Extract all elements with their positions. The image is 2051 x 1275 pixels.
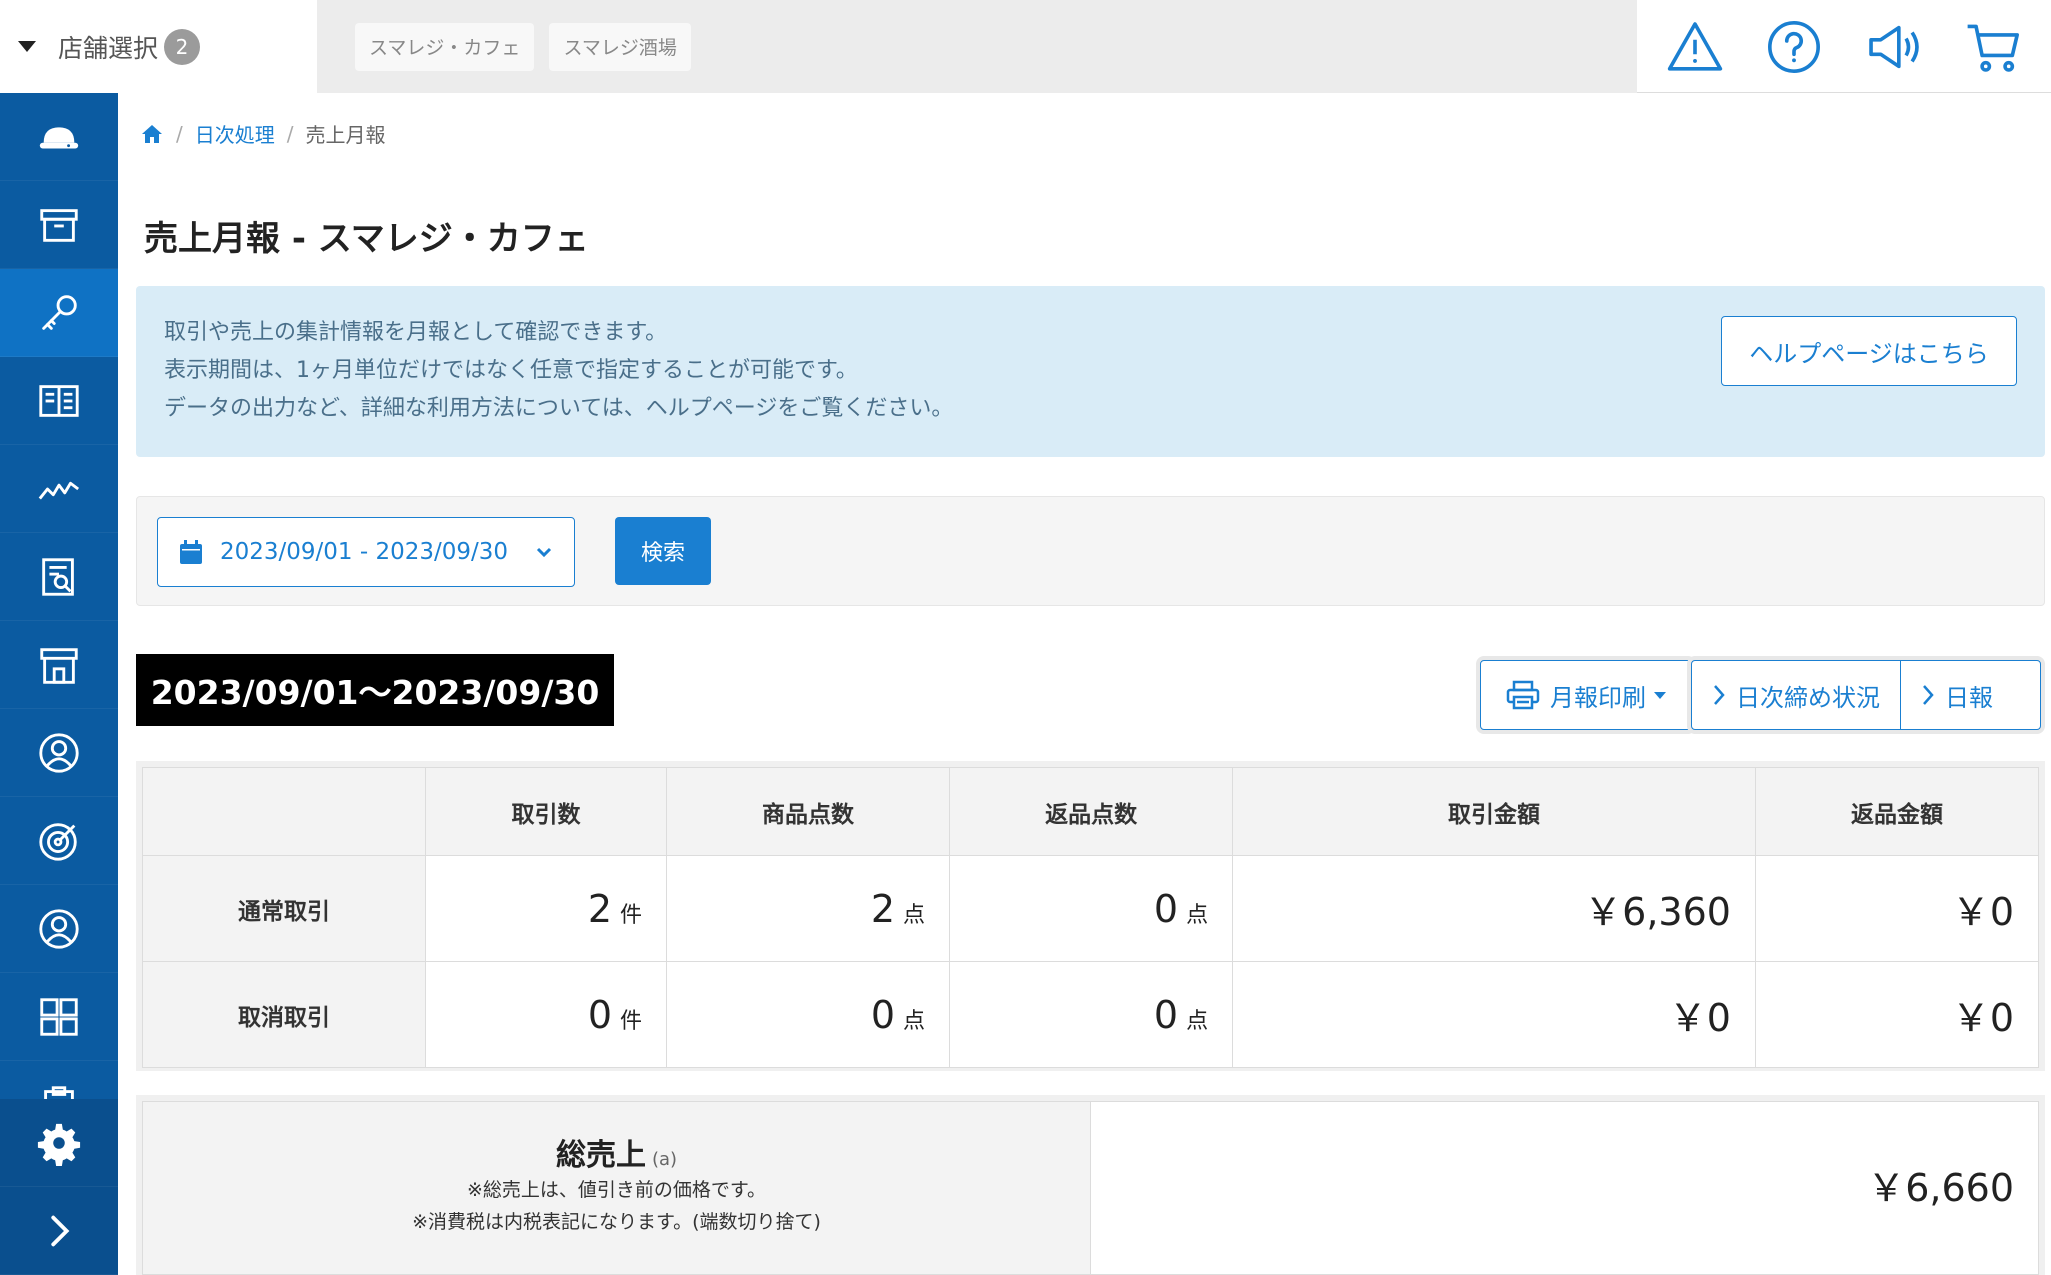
help-icon[interactable] bbox=[1765, 18, 1823, 76]
sidebar-expand[interactable] bbox=[0, 1187, 118, 1275]
sidebar-item-target[interactable] bbox=[0, 797, 118, 885]
gross-sales-note-2: ※消費税は内税表記になります。(端数切り捨て) bbox=[412, 1211, 821, 1233]
sidebar-item-analytics[interactable] bbox=[0, 445, 118, 533]
sidebar-item-member[interactable] bbox=[0, 885, 118, 973]
top-bar: 店舗選択 2 スマレジ・カフェ スマレジ酒場 bbox=[0, 0, 2051, 93]
grid-icon bbox=[40, 997, 78, 1036]
store-select[interactable]: 店舗選択 2 bbox=[0, 0, 317, 93]
summary-table-wrap: 取引数 商品点数 返品点数 取引金額 返品金額 通常取引 2件 2点 0点 ￥6… bbox=[136, 761, 2045, 1071]
gross-sales-tag: (a) bbox=[651, 1149, 678, 1170]
customer-icon bbox=[39, 732, 79, 773]
sidebar-bottom bbox=[0, 1099, 118, 1275]
calendar-icon bbox=[180, 540, 202, 564]
store-tabs: スマレジ・カフェ スマレジ酒場 bbox=[317, 0, 1637, 93]
col-header: 取引数 bbox=[424, 767, 668, 856]
table-cell: 0件 bbox=[424, 961, 668, 1068]
info-line-3: データの出力など、詳細な利用方法については、ヘルプページをご覧ください。 bbox=[164, 396, 954, 421]
breadcrumb-current: 売上月報 bbox=[305, 123, 386, 147]
cloud-register-icon bbox=[39, 126, 79, 148]
sidebar-item-key[interactable] bbox=[0, 269, 118, 357]
table-row: 通常取引 2件 2点 0点 ￥6,360 ￥0 bbox=[142, 855, 2040, 962]
col-header: 取引金額 bbox=[1232, 767, 1756, 856]
sidebar-item-archive[interactable] bbox=[0, 181, 118, 269]
sidebar bbox=[0, 93, 118, 1275]
period-label: 2023/09/01〜2023/09/30 bbox=[136, 654, 614, 726]
chevron-right-icon bbox=[1923, 685, 1934, 705]
archive-icon bbox=[40, 208, 78, 242]
store-select-label: 店舗選択 bbox=[58, 33, 159, 63]
chevron-down-icon bbox=[536, 547, 552, 558]
store-tab-cafe[interactable]: スマレジ・カフェ bbox=[355, 22, 535, 71]
chevron-right-icon bbox=[1714, 685, 1725, 705]
table-cell: ￥6,360 bbox=[1232, 855, 1756, 962]
table-cell: 0点 bbox=[666, 961, 951, 1068]
chart-icon bbox=[38, 481, 80, 499]
row-label: 取消取引 bbox=[142, 961, 426, 1068]
table-cell: 2件 bbox=[424, 855, 668, 962]
store-icon bbox=[40, 647, 78, 684]
table-cell: 2点 bbox=[666, 855, 951, 962]
book-icon bbox=[39, 384, 79, 417]
gross-sales-table-wrap: 総売上 (a) ※総売上は、値引き前の価格です。 ※消費税は内税表記になります。(… bbox=[136, 1095, 2045, 1275]
page-title: 売上月報 - スマレジ・カフェ bbox=[144, 219, 589, 259]
table-cell: ￥0 bbox=[1754, 855, 2040, 962]
table-cell: ￥0 bbox=[1754, 961, 2040, 1068]
date-range-value: 2023/09/01 - 2023/09/30 bbox=[220, 539, 509, 565]
date-range-picker[interactable]: 2023/09/01 - 2023/09/30 bbox=[157, 517, 575, 587]
dropdown-caret-icon bbox=[1654, 691, 1666, 699]
main-content: / 日次処理 / 売上月報 売上月報 - スマレジ・カフェ 取引や売上の集計情報… bbox=[118, 93, 2051, 1275]
filter-box: 2023/09/01 - 2023/09/30 検索 bbox=[136, 496, 2045, 606]
gross-sales-row: 総売上 (a) ※総売上は、値引き前の価格です。 ※消費税は内税表記になります。(… bbox=[142, 1101, 2039, 1275]
sidebar-item-book[interactable] bbox=[0, 357, 118, 445]
gross-sales-value: ￥6,660 bbox=[1867, 1165, 2014, 1210]
top-icons bbox=[1637, 0, 2051, 93]
col-header: 返品点数 bbox=[949, 767, 1234, 856]
breadcrumb-daily[interactable]: 日次処理 bbox=[195, 119, 275, 148]
warning-icon[interactable] bbox=[1666, 18, 1724, 76]
megaphone-icon[interactable] bbox=[1865, 18, 1923, 76]
print-monthly-label: 月報印刷 bbox=[1550, 683, 1646, 712]
sidebar-item-register[interactable] bbox=[0, 93, 118, 181]
sidebar-item-grid[interactable] bbox=[0, 973, 118, 1061]
printer-icon bbox=[1506, 680, 1540, 710]
sidebar-item-settings[interactable] bbox=[0, 1099, 118, 1187]
daily-close-status-button[interactable]: 日次締め状況 bbox=[1692, 661, 1900, 729]
caret-down-icon bbox=[18, 41, 36, 52]
store-tab-bar[interactable]: スマレジ酒場 bbox=[549, 22, 691, 71]
sidebar-item-report[interactable] bbox=[0, 533, 118, 621]
key-icon bbox=[42, 294, 77, 330]
row-label: 通常取引 bbox=[142, 855, 426, 962]
settings-icon bbox=[37, 1123, 81, 1166]
table-cell: ￥0 bbox=[1232, 961, 1756, 1068]
daily-report-button[interactable]: 日報 bbox=[1900, 661, 2013, 729]
cart-icon[interactable] bbox=[1964, 18, 2022, 76]
summary-table: 取引数 商品点数 返品点数 取引金額 返品金額 通常取引 2件 2点 0点 ￥6… bbox=[142, 767, 2040, 1068]
help-page-button[interactable]: ヘルプページはこちら bbox=[1721, 316, 2017, 386]
report-nav-group: 日次締め状況 日報 bbox=[1691, 660, 2041, 730]
corner-header bbox=[142, 767, 426, 856]
info-box: 取引や売上の集計情報を月報として確認できます。 表示期間は、1ヶ月単位だけではな… bbox=[136, 286, 2045, 457]
print-monthly-button[interactable]: 月報印刷 bbox=[1480, 660, 1692, 730]
sidebar-item-staff[interactable] bbox=[0, 709, 118, 797]
col-header: 返品金額 bbox=[1754, 767, 2040, 856]
report-icon bbox=[42, 557, 74, 596]
expand-icon bbox=[51, 1215, 70, 1246]
sidebar-item-store[interactable] bbox=[0, 621, 118, 709]
gross-sales-label: 総売上 bbox=[555, 1138, 646, 1173]
gross-sales-note-1: ※総売上は、値引き前の価格です。 bbox=[466, 1179, 767, 1201]
table-cell: 0点 bbox=[949, 961, 1234, 1068]
store-count-badge: 2 bbox=[164, 28, 201, 65]
table-row: 取消取引 0件 0点 0点 ￥0 ￥0 bbox=[142, 961, 2040, 1068]
member-icon bbox=[39, 908, 79, 949]
col-header: 商品点数 bbox=[666, 767, 951, 856]
gross-sales-header: 総売上 (a) ※総売上は、値引き前の価格です。 ※消費税は内税表記になります。(… bbox=[143, 1102, 1091, 1274]
home-icon[interactable] bbox=[140, 122, 164, 146]
breadcrumb: / 日次処理 / 売上月報 bbox=[140, 119, 386, 148]
search-button[interactable]: 検索 bbox=[615, 517, 711, 585]
table-cell: 0点 bbox=[949, 855, 1234, 962]
target-icon bbox=[39, 822, 77, 861]
